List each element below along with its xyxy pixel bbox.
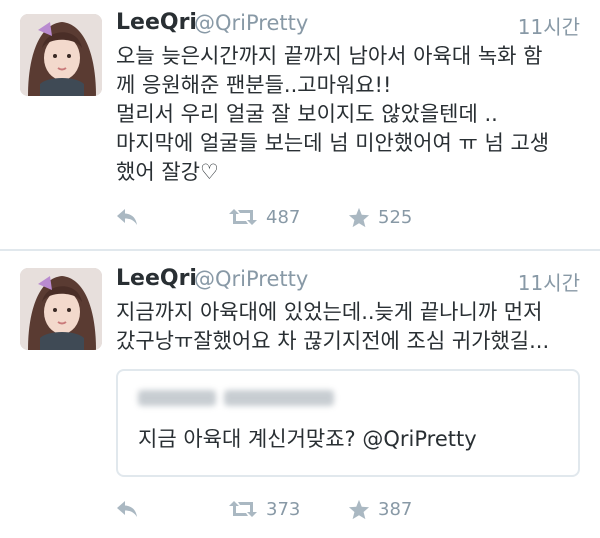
tweet-text-line: 지금까지 아육대에 있었는데..늦게 끝나니까 먼저 <box>116 300 543 324</box>
retweet-button[interactable]: 373 <box>228 494 300 524</box>
tweet[interactable]: LeeQri @QriPretty 11시간 지금까지 아육대에 있었는데..늦… <box>0 252 600 538</box>
tweet-text-line: 멀리서 우리 얼굴 잘 보이지도 않았을텐데 .. <box>116 102 498 126</box>
display-name[interactable]: LeeQri <box>116 10 197 35</box>
tweet-feed: LeeQri @QriPretty 11시간 오늘 늦은시간까지 끝까지 남아서… <box>0 0 600 538</box>
star-icon <box>348 207 370 227</box>
tweet-text-line: 께 응원해준 팬분들..고마워요!! <box>116 73 392 97</box>
tweet-text: 오늘 늦은시간까지 끝까지 남아서 아육대 녹화 함 께 응원해준 팬분들..고… <box>116 42 590 187</box>
tweet-text-line: 오늘 늦은시간까지 끝까지 남아서 아육대 녹화 함 <box>116 44 543 68</box>
avatar-image <box>20 14 102 96</box>
tweet-actions: 487 525 <box>116 202 586 232</box>
avatar[interactable] <box>20 268 102 350</box>
retweet-button[interactable]: 487 <box>228 202 300 232</box>
favorite-button[interactable]: 387 <box>348 494 412 524</box>
tweet-text-line: 마지막에 얼굴들 보는데 넘 미안했어여 ㅠ 넘 고생 <box>116 131 550 155</box>
favorite-count: 387 <box>378 498 413 520</box>
tweet[interactable]: LeeQri @QriPretty 11시간 오늘 늦은시간까지 끝까지 남아서… <box>0 0 600 250</box>
reply-icon <box>117 501 137 517</box>
tweet-text-line: 갔구낭ㅠ잘했어요 차 끊기지전에 조심 귀가했길... <box>116 329 550 353</box>
retweet-icon <box>229 209 257 225</box>
retweet-count: 373 <box>266 498 301 520</box>
quoted-author-redacted <box>138 387 368 411</box>
favorite-count: 525 <box>378 206 413 228</box>
tweet-header: LeeQri @QriPretty 11시간 <box>116 266 586 296</box>
tweet-text-line: 했어 잘강♡ <box>116 160 219 184</box>
handle[interactable]: @QriPretty <box>194 11 308 35</box>
retweet-icon <box>229 501 257 517</box>
quoted-tweet-text: 지금 아육대 계신거맞죠? @QriPretty <box>138 427 477 451</box>
timestamp[interactable]: 11시간 <box>518 267 580 296</box>
reply-button[interactable] <box>116 202 138 232</box>
tweet-text: 지금까지 아육대에 있었는데..늦게 끝나니까 먼저 갔구낭ㅠ잘했어요 차 끊기… <box>116 298 590 356</box>
tweet-divider <box>0 249 600 251</box>
favorite-button[interactable]: 525 <box>348 202 412 232</box>
reply-button[interactable] <box>116 494 138 524</box>
avatar-image <box>20 268 102 350</box>
star-icon <box>348 499 370 519</box>
retweet-count: 487 <box>266 206 301 228</box>
tweet-actions: 373 387 <box>116 494 586 524</box>
reply-icon <box>117 209 137 225</box>
timestamp[interactable]: 11시간 <box>518 11 580 40</box>
display-name[interactable]: LeeQri <box>116 266 197 291</box>
tweet-header: LeeQri @QriPretty 11시간 <box>116 10 586 40</box>
avatar[interactable] <box>20 14 102 96</box>
quoted-tweet-card[interactable]: 지금 아육대 계신거맞죠? @QriPretty <box>116 369 580 477</box>
handle[interactable]: @QriPretty <box>194 267 308 291</box>
